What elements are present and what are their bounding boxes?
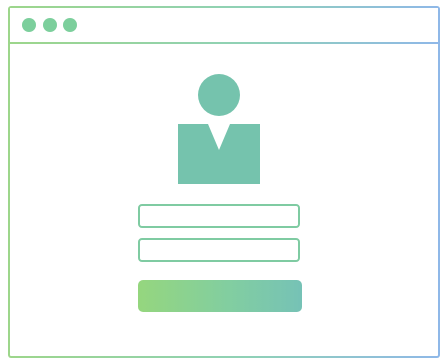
window-maximize-dot-icon[interactable] xyxy=(63,18,77,32)
login-button[interactable] xyxy=(138,280,302,312)
user-avatar-body-icon xyxy=(178,124,260,184)
user-avatar-head-icon xyxy=(198,74,240,116)
window-close-dot-icon[interactable] xyxy=(22,18,36,32)
password-input[interactable] xyxy=(138,238,300,262)
window-minimize-dot-icon[interactable] xyxy=(43,18,57,32)
window-titlebar xyxy=(10,8,438,44)
username-input[interactable] xyxy=(138,204,300,228)
